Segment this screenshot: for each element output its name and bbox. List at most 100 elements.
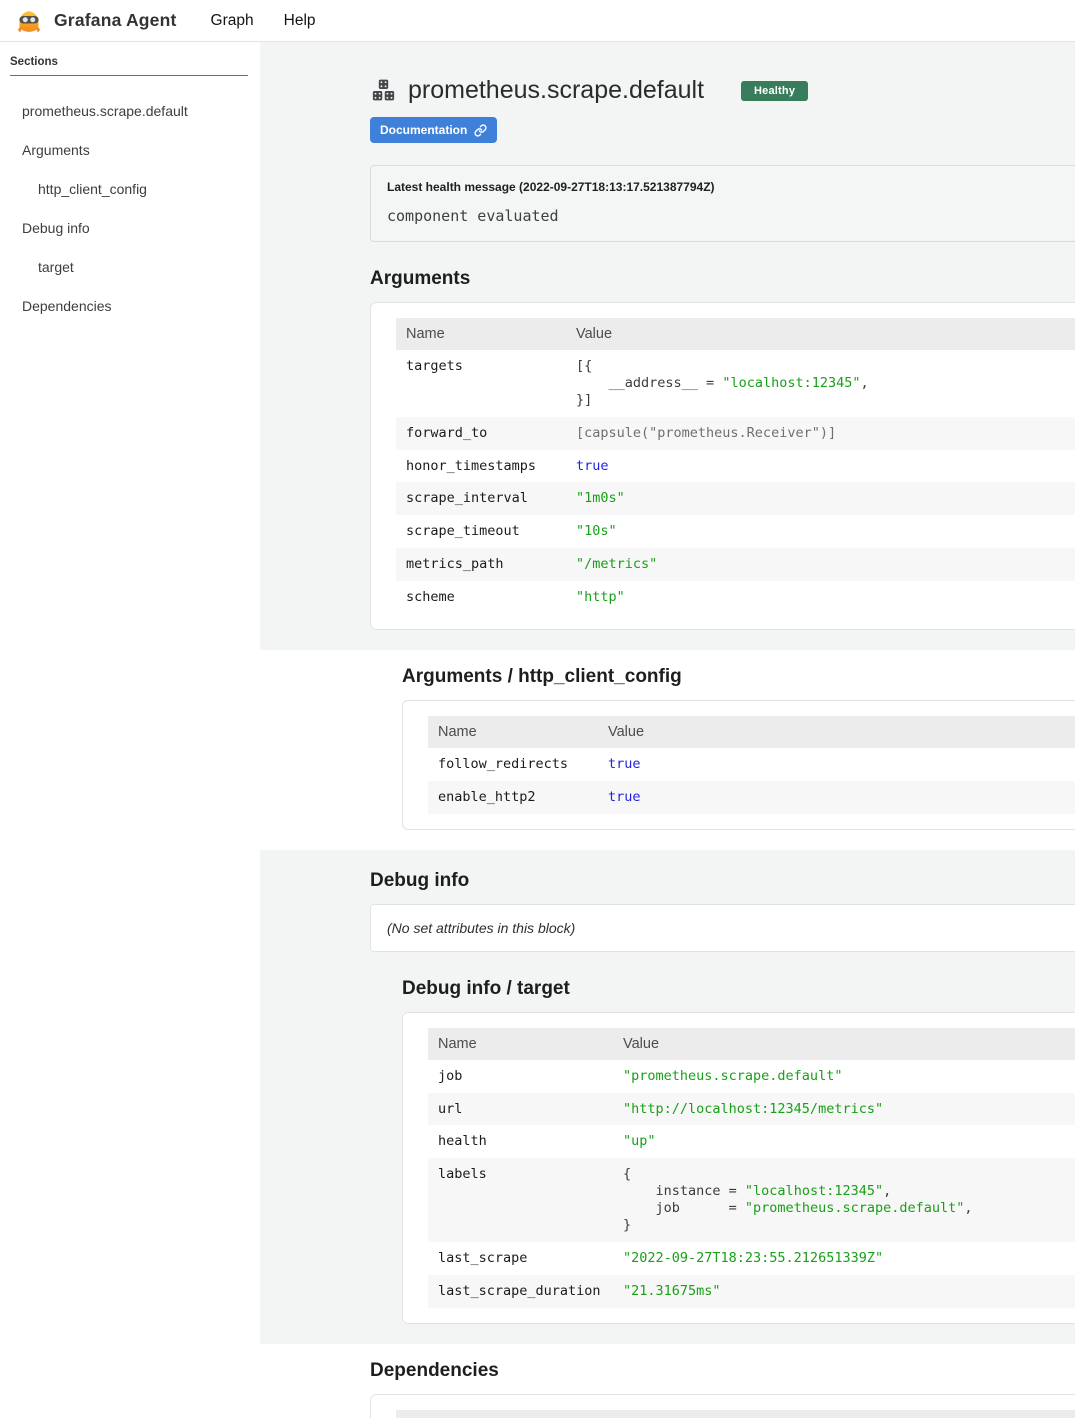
sidebar-title: Sections	[10, 56, 248, 68]
column-header: Value	[566, 318, 1075, 350]
link-icon	[474, 124, 487, 137]
component-title-row: prometheus.scrape.default Healthy	[370, 44, 1075, 105]
sidebar-divider	[10, 75, 248, 76]
attribute-name: url	[428, 1093, 613, 1126]
attribute-name: metrics_path	[396, 548, 566, 581]
http-client-config-table: NameValuefollow_redirectstrueenable_http…	[428, 716, 1075, 814]
column-header: Value	[613, 1028, 1075, 1060]
health-status-badge: Healthy	[741, 81, 808, 101]
column-header: Health	[396, 1410, 526, 1418]
column-header: Name	[396, 318, 566, 350]
key-value-table: NameValuefollow_redirectstrueenable_http…	[428, 716, 1075, 814]
table-row: enable_http2true	[428, 781, 1075, 814]
column-header: Value	[598, 716, 1075, 748]
attribute-value: { instance = "localhost:12345", job = "p…	[613, 1158, 1075, 1242]
attribute-name: targets	[396, 350, 566, 417]
sidebar-item-target[interactable]: target	[10, 259, 248, 275]
no-attributes-note: (No set attributes in this block)	[370, 904, 1075, 952]
attribute-value: [{ __address__ = "localhost:12345", }]	[566, 350, 1075, 417]
attribute-value: "prometheus.scrape.default"	[613, 1060, 1075, 1093]
table-row: url"http://localhost:12345/metrics"	[428, 1093, 1075, 1126]
sidebar-item-dependencies[interactable]: Dependencies	[10, 298, 248, 314]
debug-target-heading: Debug info / target	[402, 978, 1075, 1000]
attribute-value: "/metrics"	[566, 548, 1075, 581]
nav-link-help[interactable]: Help	[284, 12, 316, 30]
component-cubes-icon	[370, 78, 397, 103]
table-row: last_scrape_duration"21.31675ms"	[428, 1275, 1075, 1308]
arguments-heading: Arguments	[370, 268, 1075, 290]
section-http-client-config: Arguments / http_client_config NameValue…	[260, 650, 1075, 850]
key-value-table: NameValuejob"prometheus.scrape.default"u…	[428, 1028, 1075, 1308]
section-dependencies: Dependencies HealthIDHealthyprometheus.r…	[260, 1344, 1075, 1418]
sidebar-item-arguments[interactable]: Arguments	[10, 142, 248, 158]
main-content: prometheus.scrape.default Healthy Docume…	[260, 42, 1075, 1418]
attribute-name: enable_http2	[428, 781, 598, 814]
table-row: honor_timestampstrue	[396, 450, 1075, 483]
top-navbar: Grafana Agent Graph Help	[0, 0, 1075, 42]
table-row: last_scrape"2022-09-27T18:23:55.21265133…	[428, 1242, 1075, 1275]
attribute-value: true	[566, 450, 1075, 483]
attribute-name: job	[428, 1060, 613, 1093]
main-nav: Graph Help	[211, 12, 316, 30]
attribute-value: "2022-09-27T18:23:55.212651339Z"	[613, 1242, 1075, 1275]
table-row: scheme"http"	[396, 581, 1075, 614]
dependencies-table: HealthIDHealthyprometheus.remote_write.p…	[396, 1410, 1075, 1418]
sidebar-item-debug-info[interactable]: Debug info	[10, 220, 248, 236]
attribute-value: "http"	[566, 581, 1075, 614]
sidebar-item-http-client-config[interactable]: http_client_config	[10, 181, 248, 197]
brand[interactable]: Grafana Agent	[14, 6, 177, 36]
nav-link-graph[interactable]: Graph	[211, 12, 254, 30]
column-header: Name	[428, 1028, 613, 1060]
key-value-table: NameValuetargets[{ __address__ = "localh…	[396, 318, 1075, 614]
debug-target-card: NameValuejob"prometheus.scrape.default"u…	[402, 1012, 1075, 1324]
section-debug-info: Debug info (No set attributes in this bl…	[260, 850, 1075, 1344]
key-value-table: HealthIDHealthyprometheus.remote_write.p…	[396, 1410, 1075, 1418]
sidebar-item-prometheus-scrape-default[interactable]: prometheus.scrape.default	[10, 103, 248, 119]
dependencies-card: HealthIDHealthyprometheus.remote_write.p…	[370, 1394, 1075, 1418]
table-row: scrape_interval"1m0s"	[396, 482, 1075, 515]
attribute-value: [capsule("prometheus.Receiver")]	[566, 417, 1075, 450]
health-message-box: Latest health message (2022-09-27T18:13:…	[370, 165, 1075, 242]
attribute-value: true	[598, 748, 1075, 781]
attribute-value: "10s"	[566, 515, 1075, 548]
column-header: ID	[526, 1410, 1075, 1418]
attribute-name: last_scrape_duration	[428, 1275, 613, 1308]
table-row: health"up"	[428, 1125, 1075, 1158]
attribute-name: honor_timestamps	[396, 450, 566, 483]
table-row: job"prometheus.scrape.default"	[428, 1060, 1075, 1093]
arguments-table: NameValuetargets[{ __address__ = "localh…	[396, 318, 1075, 614]
attribute-name: forward_to	[396, 417, 566, 450]
brand-name: Grafana Agent	[54, 10, 177, 31]
table-row: targets[{ __address__ = "localhost:12345…	[396, 350, 1075, 417]
attribute-name: health	[428, 1125, 613, 1158]
debug-target-table: NameValuejob"prometheus.scrape.default"u…	[428, 1028, 1075, 1308]
table-row: metrics_path"/metrics"	[396, 548, 1075, 581]
attribute-value: "up"	[613, 1125, 1075, 1158]
column-header: Name	[428, 716, 598, 748]
health-message-label: Latest health message (2022-09-27T18:13:…	[387, 180, 1070, 194]
attribute-value: "21.31675ms"	[613, 1275, 1075, 1308]
attribute-value: "1m0s"	[566, 482, 1075, 515]
attribute-name: scrape_interval	[396, 482, 566, 515]
sidebar-items: prometheus.scrape.default Arguments http_c…	[10, 103, 248, 314]
attribute-value: "http://localhost:12345/metrics"	[613, 1093, 1075, 1126]
documentation-button[interactable]: Documentation	[370, 117, 497, 143]
table-row: labels{ instance = "localhost:12345", jo…	[428, 1158, 1075, 1242]
health-message-text: component evaluated	[387, 207, 1070, 225]
grafana-agent-logo-icon	[14, 6, 44, 36]
http-client-config-card: NameValuefollow_redirectstrueenable_http…	[402, 700, 1075, 830]
table-row: follow_redirectstrue	[428, 748, 1075, 781]
sidebar: Sections prometheus.scrape.default Argume…	[0, 42, 260, 1418]
dependencies-heading: Dependencies	[370, 1360, 1075, 1382]
attribute-name: last_scrape	[428, 1242, 613, 1275]
attribute-value: true	[598, 781, 1075, 814]
arguments-card: NameValuetargets[{ __address__ = "localh…	[370, 302, 1075, 630]
debug-info-heading: Debug info	[370, 870, 1075, 892]
section-component-header: prometheus.scrape.default Healthy Docume…	[260, 42, 1075, 650]
attribute-name: follow_redirects	[428, 748, 598, 781]
attribute-name: scrape_timeout	[396, 515, 566, 548]
page-title: prometheus.scrape.default	[408, 76, 704, 105]
table-row: forward_to[capsule("prometheus.Receiver"…	[396, 417, 1075, 450]
http-client-config-heading: Arguments / http_client_config	[402, 666, 1075, 688]
attribute-name: scheme	[396, 581, 566, 614]
